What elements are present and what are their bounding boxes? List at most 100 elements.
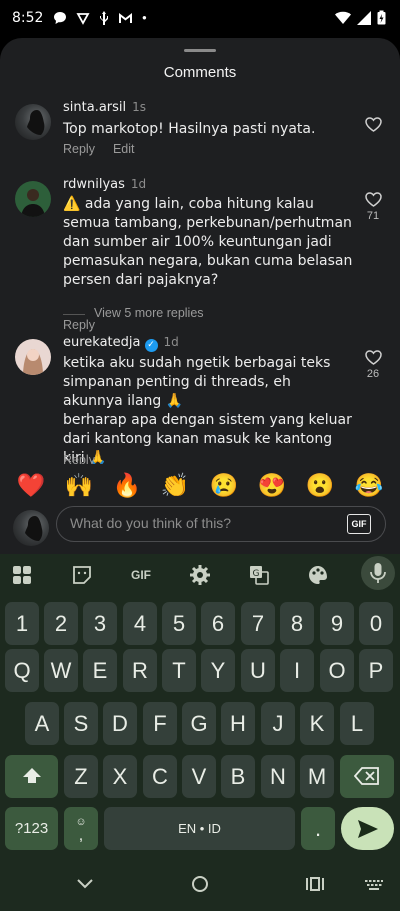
emoji-clapping-hands[interactable]: 👏 xyxy=(160,472,190,499)
avatar[interactable] xyxy=(15,104,51,140)
key-m[interactable]: M xyxy=(300,755,334,798)
key-c[interactable]: C xyxy=(143,755,177,798)
back-chevron-icon[interactable] xyxy=(75,874,95,899)
gmail-notification-icon xyxy=(119,13,132,23)
heart-icon xyxy=(364,192,382,207)
apps-grid-icon[interactable] xyxy=(9,564,35,586)
emoji-red-heart[interactable]: ❤️ xyxy=(16,472,46,499)
key-p[interactable]: P xyxy=(359,649,393,692)
key-1[interactable]: 1 xyxy=(5,602,39,645)
key-e[interactable]: E xyxy=(83,649,117,692)
key-9[interactable]: 9 xyxy=(320,602,354,645)
key-s[interactable]: S xyxy=(64,702,98,745)
comment-text: ⚠️ ada yang lain, coba hitung kalau semu… xyxy=(63,196,353,288)
key-i[interactable]: I xyxy=(280,649,314,692)
key-y[interactable]: Y xyxy=(201,649,235,692)
symbols-key[interactable]: ?123 xyxy=(5,807,58,850)
comment-input-placeholder: What do you think of this? xyxy=(70,515,232,531)
comment-username[interactable]: eurekatedja ✓ 1d xyxy=(63,335,179,352)
avatar[interactable] xyxy=(15,339,51,375)
key-b[interactable]: B xyxy=(221,755,255,798)
like-count: 26 xyxy=(366,368,380,380)
comment-username[interactable]: sinta.arsil 1s xyxy=(63,100,146,115)
key-u[interactable]: U xyxy=(241,649,275,692)
key-g[interactable]: G xyxy=(182,702,216,745)
key-r[interactable]: R xyxy=(123,649,157,692)
key-4[interactable]: 4 xyxy=(123,602,157,645)
key-q[interactable]: Q xyxy=(5,649,39,692)
sticker-icon[interactable] xyxy=(69,564,95,586)
theme-palette-icon[interactable] xyxy=(305,564,331,586)
emoji-surprised-face[interactable]: 😮 xyxy=(305,472,335,499)
key-t[interactable]: T xyxy=(162,649,196,692)
emoji-heart-eyes[interactable]: 😍 xyxy=(257,472,287,499)
chat-notification-icon xyxy=(54,12,66,24)
reply-button[interactable]: Reply xyxy=(63,318,95,332)
period-key[interactable]: . xyxy=(301,807,335,850)
key-6[interactable]: 6 xyxy=(201,602,235,645)
key-8[interactable]: 8 xyxy=(280,602,314,645)
key-k[interactable]: K xyxy=(300,702,334,745)
key-3[interactable]: 3 xyxy=(83,602,117,645)
comment-text: ketika aku sudah ngetik berbagai teks si… xyxy=(63,355,352,466)
comma-emoji-key[interactable]: ☺ , xyxy=(64,807,98,850)
shift-key[interactable] xyxy=(5,755,58,798)
shift-arrow-icon xyxy=(22,768,41,783)
key-d[interactable]: D xyxy=(103,702,137,745)
edit-button[interactable]: Edit xyxy=(113,142,135,156)
comment-input[interactable]: What do you think of this? GIF xyxy=(56,506,386,542)
emoji-tears-of-joy[interactable]: 😂 xyxy=(354,472,384,499)
more-notifications-dot-icon: ● xyxy=(142,13,147,22)
comment-time: 1d xyxy=(130,177,147,191)
emoji-quick-bar xyxy=(0,464,400,504)
like-button[interactable] xyxy=(362,117,384,132)
comment-username[interactable]: rdwnilyas 1d xyxy=(63,177,146,192)
avatar[interactable] xyxy=(15,181,51,217)
translate-icon[interactable]: G xyxy=(246,564,272,586)
recents-icon[interactable] xyxy=(305,874,325,899)
divider xyxy=(63,314,85,315)
key-l[interactable]: L xyxy=(340,702,374,745)
key-o[interactable]: O xyxy=(320,649,354,692)
emoji-crying-face[interactable]: 😢 xyxy=(209,472,239,499)
space-bar[interactable]: EN • ID xyxy=(104,807,295,850)
key-x[interactable]: X xyxy=(103,755,137,798)
key-j[interactable]: J xyxy=(261,702,295,745)
like-button[interactable]: 71 xyxy=(362,192,384,222)
vpn-notification-icon xyxy=(76,13,90,25)
key-v[interactable]: V xyxy=(182,755,216,798)
like-button[interactable]: 26 xyxy=(362,350,384,380)
key-f[interactable]: F xyxy=(143,702,177,745)
drag-handle[interactable] xyxy=(184,49,216,52)
like-count: 71 xyxy=(366,210,380,222)
battery-icon xyxy=(377,10,386,25)
notification-icons: ● xyxy=(53,11,147,25)
gif-keyboard-button[interactable]: GIF xyxy=(124,564,158,586)
key-z[interactable]: Z xyxy=(64,755,98,798)
key-h[interactable]: H xyxy=(221,702,255,745)
keyboard-switch-icon[interactable] xyxy=(364,874,384,899)
emoji-fire[interactable]: 🔥 xyxy=(112,472,142,499)
key-7[interactable]: 7 xyxy=(241,602,275,645)
home-circle-icon[interactable] xyxy=(190,874,210,899)
backspace-key[interactable] xyxy=(340,755,394,798)
view-more-replies-button[interactable]: View 5 more replies xyxy=(94,306,204,320)
key-5[interactable]: 5 xyxy=(162,602,196,645)
key-a[interactable]: A xyxy=(25,702,59,745)
send-arrow-icon xyxy=(357,820,378,838)
wifi-icon xyxy=(335,11,351,24)
reply-button[interactable]: Reply xyxy=(63,142,95,156)
voice-input-button[interactable] xyxy=(361,556,395,590)
comment-time: 1s xyxy=(132,100,147,114)
own-avatar[interactable] xyxy=(13,510,49,546)
key-2[interactable]: 2 xyxy=(44,602,78,645)
emoji-raised-hands[interactable]: 🙌 xyxy=(64,472,94,499)
gif-button[interactable]: GIF xyxy=(347,514,371,534)
send-key[interactable] xyxy=(341,807,394,850)
backspace-icon xyxy=(353,767,379,785)
key-n[interactable]: N xyxy=(261,755,295,798)
usb-notification-icon xyxy=(100,11,108,25)
settings-gear-icon[interactable] xyxy=(187,564,213,586)
key-0[interactable]: 0 xyxy=(359,602,393,645)
key-w[interactable]: W xyxy=(44,649,78,692)
